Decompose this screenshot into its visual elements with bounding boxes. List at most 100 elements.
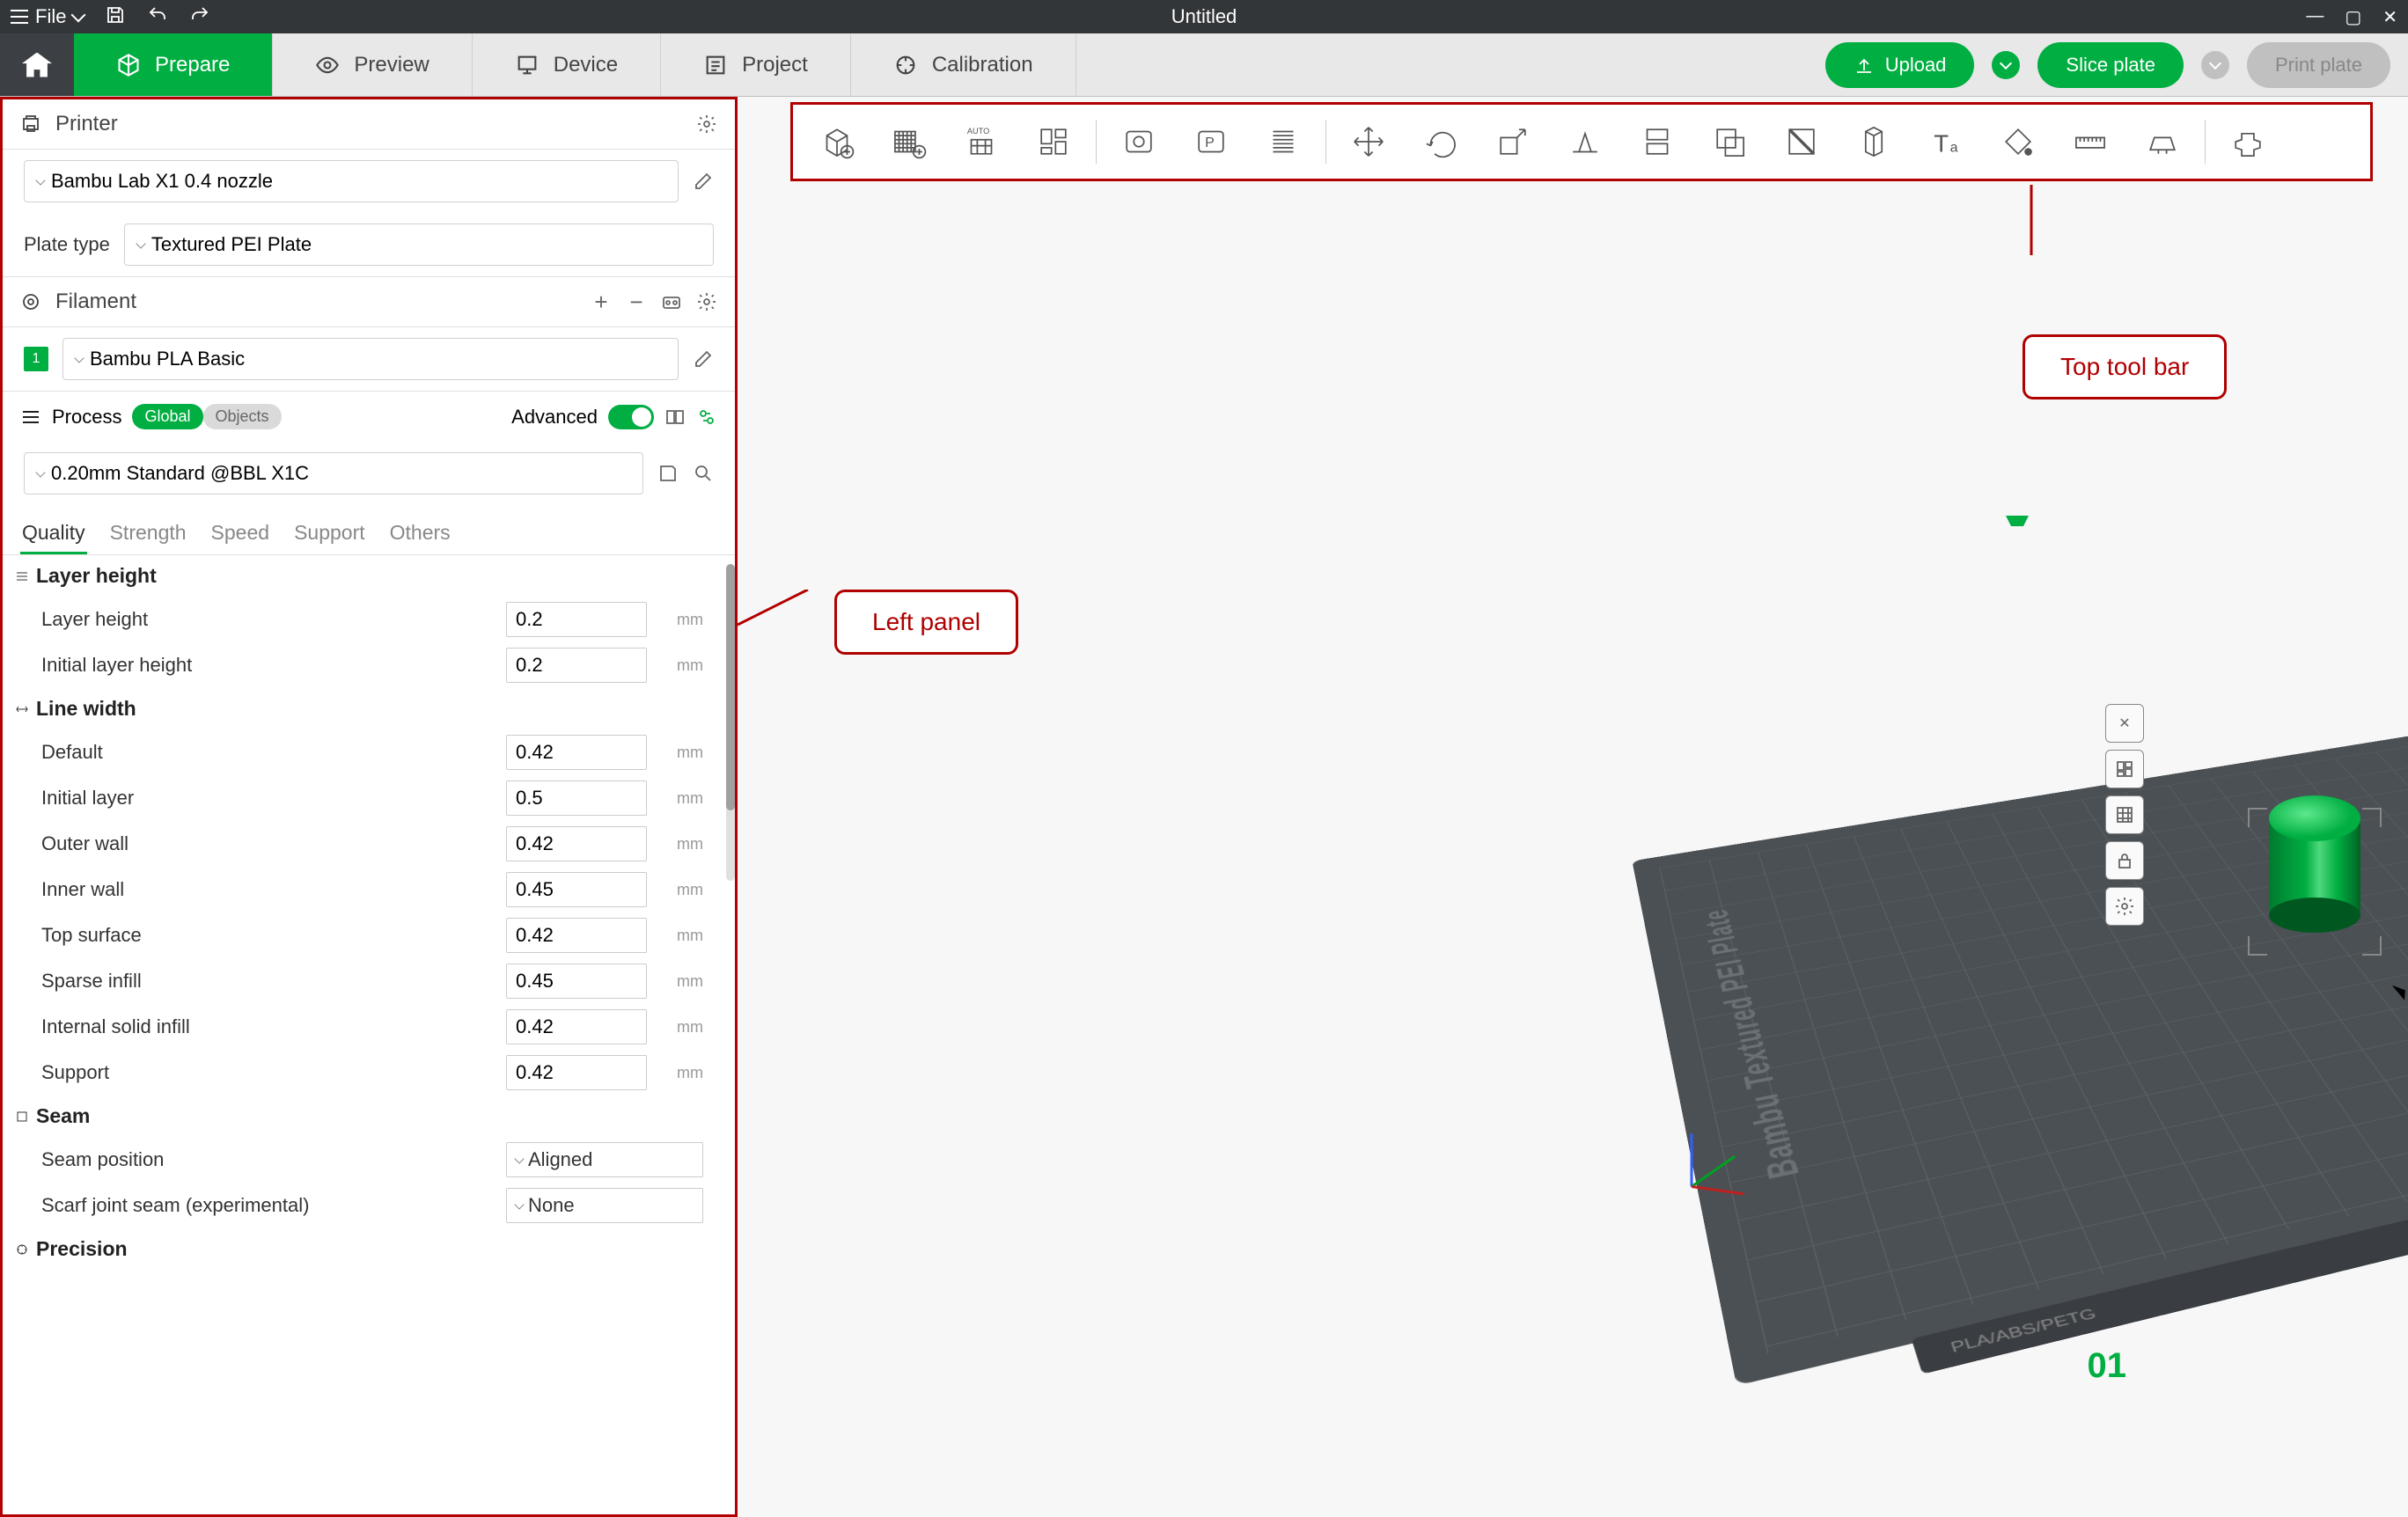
plate-type-selector[interactable]: Textured PEI Plate <box>124 224 714 266</box>
tool-auto-orient[interactable]: AUTO <box>946 111 1017 172</box>
initial-layer-width-input[interactable] <box>506 780 647 816</box>
save-preset-icon[interactable] <box>657 463 679 484</box>
preset-selector[interactable]: 0.20mm Standard @BBL X1C <box>24 452 643 495</box>
tab-speed[interactable]: Speed <box>209 514 272 554</box>
tool-split-parts[interactable]: P <box>1176 111 1246 172</box>
tool-support-paint[interactable] <box>1766 111 1837 172</box>
upload-button[interactable]: Upload <box>1825 42 1975 88</box>
param-internal-solid: Internal solid infill mm <box>3 1004 735 1050</box>
tab-preview[interactable]: Preview <box>273 33 472 96</box>
slice-button[interactable]: Slice plate <box>2037 42 2184 88</box>
seam-position-select[interactable]: Aligned <box>506 1142 703 1177</box>
default-width-input[interactable] <box>506 735 647 770</box>
tool-more[interactable] <box>2213 111 2283 172</box>
add-filament-button[interactable]: + <box>591 291 612 312</box>
line-width-section[interactable]: Line width <box>3 688 735 729</box>
tool-measure[interactable] <box>2055 111 2125 172</box>
filament-badge[interactable]: 1 <box>24 347 48 371</box>
remove-filament-button[interactable]: − <box>626 291 647 312</box>
scarf-joint-select[interactable]: None <box>506 1188 703 1223</box>
edit-icon[interactable] <box>693 348 714 370</box>
minimize-button[interactable]: — <box>2306 6 2324 28</box>
seam-section[interactable]: Seam <box>3 1096 735 1137</box>
tab-project[interactable]: Project <box>661 33 851 96</box>
close-button[interactable]: ✕ <box>2382 6 2397 28</box>
tab-prepare[interactable]: Prepare <box>74 33 273 96</box>
save-button[interactable] <box>105 4 126 30</box>
tab-support[interactable]: Support <box>292 514 367 554</box>
tool-split-objects[interactable] <box>1104 111 1174 172</box>
titlebar-left: File <box>11 4 210 30</box>
layer-height-input[interactable] <box>506 602 647 637</box>
precision-section[interactable]: Precision <box>3 1228 735 1270</box>
plate-arrange-button[interactable] <box>2105 750 2144 788</box>
gear-icon[interactable] <box>696 291 717 312</box>
tool-add-cube[interactable] <box>802 111 872 172</box>
plate-type-row: Plate type Textured PEI Plate <box>3 213 735 276</box>
global-pill: Global <box>132 404 202 429</box>
advanced-toggle[interactable] <box>608 405 654 429</box>
file-menu[interactable]: File <box>11 5 84 28</box>
maximize-button[interactable]: ▢ <box>2345 6 2361 28</box>
printer-icon <box>20 114 41 135</box>
print-label: Print plate <box>2275 54 2362 77</box>
tool-add-plate[interactable] <box>874 111 944 172</box>
tab-strength[interactable]: Strength <box>108 514 188 554</box>
plate-settings-button[interactable] <box>2105 887 2144 926</box>
scrollbar-thumb[interactable] <box>726 564 735 810</box>
eye-icon <box>315 53 340 77</box>
printer-selector[interactable]: Bambu Lab X1 0.4 nozzle <box>24 160 679 202</box>
tool-mesh-boolean[interactable] <box>1694 111 1765 172</box>
edit-icon[interactable] <box>693 171 714 192</box>
filament-selector[interactable]: Bambu PLA Basic <box>62 338 679 380</box>
tab-quality[interactable]: Quality <box>20 514 87 554</box>
tab-others[interactable]: Others <box>388 514 452 554</box>
flush-icon[interactable] <box>696 407 717 428</box>
tool-variable-height[interactable] <box>1248 111 1318 172</box>
plate-close-button[interactable]: ✕ <box>2105 704 2144 743</box>
axis-z <box>1691 1134 1693 1187</box>
tool-seam-paint[interactable] <box>1839 111 1909 172</box>
tool-assembly[interactable] <box>2127 111 2198 172</box>
search-icon[interactable] <box>693 463 714 484</box>
axis-gizmo[interactable] <box>1674 1109 1762 1197</box>
undo-button[interactable] <box>147 4 168 30</box>
plate-orient-button[interactable] <box>2105 795 2144 834</box>
axis-x <box>1692 1185 1744 1195</box>
tabbar: Prepare Preview Device Project Calibrati… <box>0 33 2408 97</box>
initial-layer-height-input[interactable] <box>506 648 647 683</box>
tool-rotate[interactable] <box>1406 111 1476 172</box>
home-tab[interactable] <box>0 33 74 96</box>
tab-calibration-label: Calibration <box>932 53 1033 77</box>
layer-height-section[interactable]: Layer height <box>3 555 735 597</box>
compare-icon[interactable] <box>664 407 686 428</box>
ams-icon[interactable] <box>661 291 682 312</box>
viewport-3d[interactable]: AUTO P Ta Top tool bar <box>738 97 2408 1517</box>
inner-wall-input[interactable] <box>506 872 647 907</box>
print-button: Print plate <box>2247 42 2390 88</box>
slice-dropdown-button[interactable] <box>1992 51 2020 79</box>
outer-wall-input[interactable] <box>506 826 647 861</box>
support-width-input[interactable] <box>506 1055 647 1090</box>
tool-cut[interactable] <box>1622 111 1692 172</box>
tool-lay-flat[interactable] <box>1550 111 1620 172</box>
print-dropdown-button[interactable] <box>2201 51 2229 79</box>
tab-device[interactable]: Device <box>473 33 661 96</box>
tab-calibration[interactable]: Calibration <box>851 33 1076 96</box>
tool-move[interactable] <box>1333 111 1404 172</box>
gear-icon[interactable] <box>696 114 717 135</box>
tool-color-paint[interactable] <box>1983 111 2053 172</box>
axis-y <box>1691 1155 1736 1188</box>
tool-scale[interactable] <box>1478 111 1548 172</box>
tool-arrange[interactable] <box>1018 111 1089 172</box>
model-cylinder[interactable] <box>2269 818 2360 915</box>
hamburger-icon <box>11 10 28 24</box>
plate-lock-button[interactable] <box>2105 841 2144 880</box>
scrollbar[interactable] <box>726 564 735 881</box>
global-objects-toggle[interactable]: Global Objects <box>132 404 281 429</box>
sparse-infill-input[interactable] <box>506 964 647 999</box>
redo-button[interactable] <box>189 4 210 30</box>
internal-solid-input[interactable] <box>506 1009 647 1044</box>
tool-text[interactable]: Ta <box>1911 111 1981 172</box>
top-surface-input[interactable] <box>506 918 647 953</box>
